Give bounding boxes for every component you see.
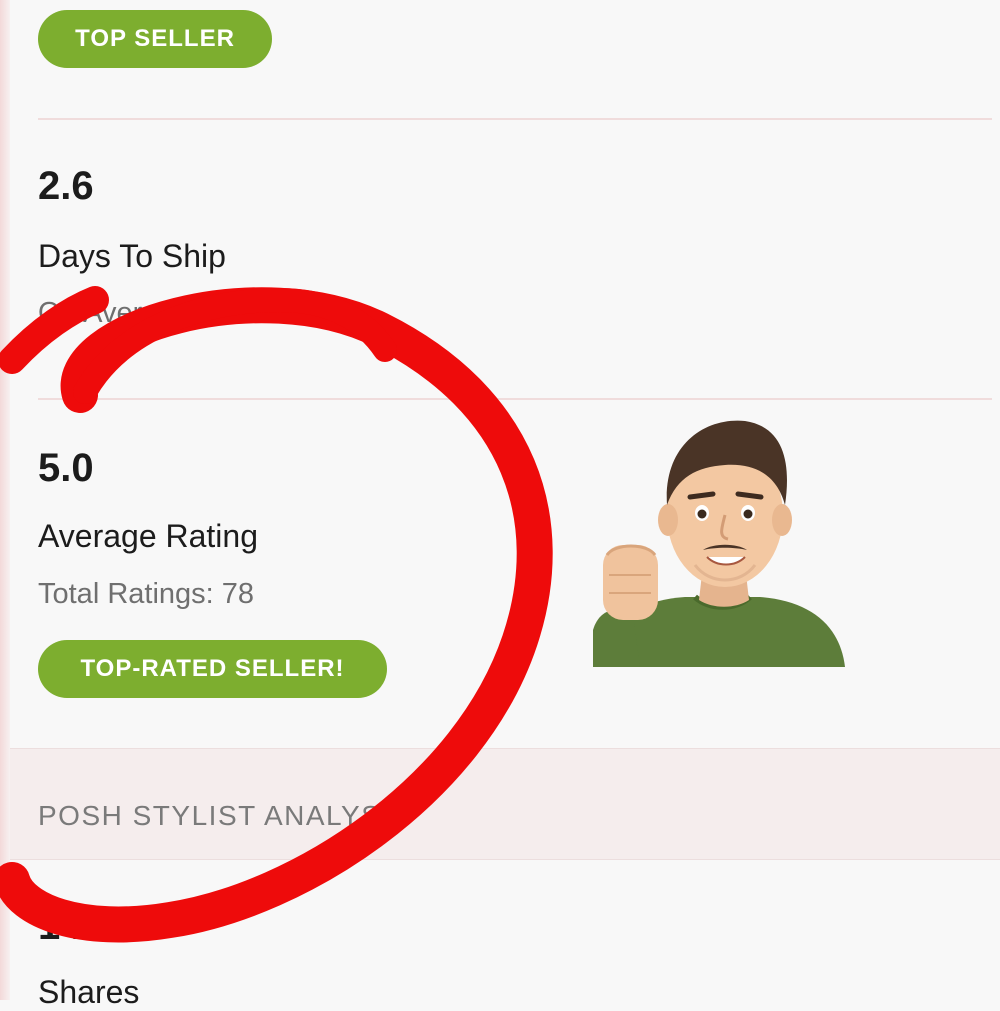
total-ratings-text: Total Ratings: 78	[38, 578, 255, 610]
top-rated-seller-badge: TOP-RATED SELLER!	[38, 640, 387, 698]
memoji-raised-fist-icon	[593, 420, 845, 667]
top-seller-badge: TOP SELLER	[38, 10, 272, 68]
section-title: POSH STYLIST ANALYSIS	[38, 800, 411, 831]
days-to-ship-sublabel: On Average	[38, 297, 191, 329]
page-edge	[0, 0, 10, 1000]
top-rated-seller-badge-label: TOP-RATED SELLER!	[80, 655, 345, 682]
shares-value: 1482	[38, 904, 127, 948]
shares-label: Shares	[38, 974, 140, 1010]
average-rating-value: 5.0	[38, 446, 94, 490]
divider-2	[38, 398, 992, 400]
average-rating-label: Average Rating	[38, 518, 258, 554]
divider-1	[38, 118, 992, 120]
days-to-ship-label: Days To Ship	[38, 238, 226, 274]
days-to-ship-value: 2.6	[38, 164, 94, 208]
top-seller-badge-label: TOP SELLER	[75, 25, 235, 52]
